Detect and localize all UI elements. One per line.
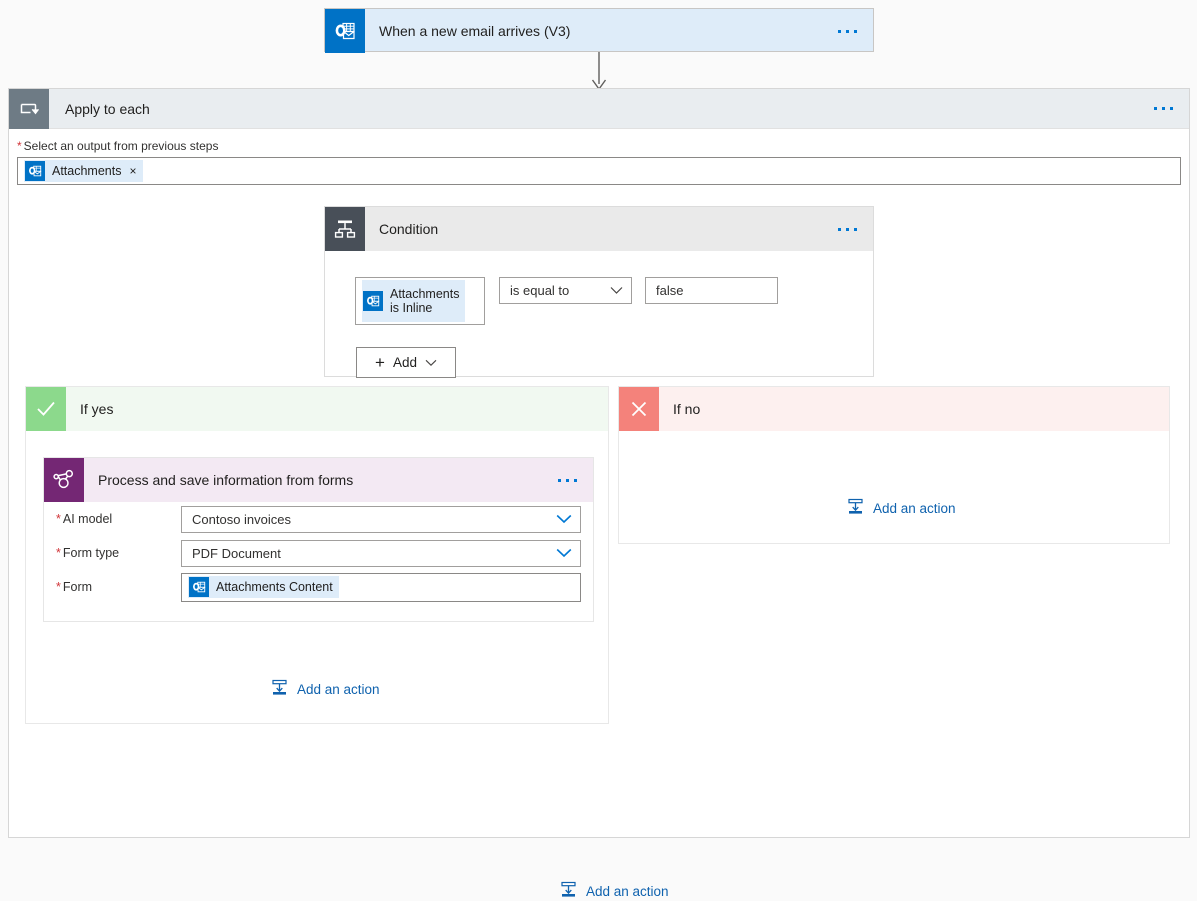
token-label: Attachments Content	[216, 580, 333, 594]
plus-icon: +	[375, 354, 385, 371]
form-control: Attachments Content	[181, 573, 581, 602]
form-input-field[interactable]: Attachments Content	[181, 573, 581, 602]
chevron-down-icon[interactable]	[556, 548, 572, 558]
token-remove-icon[interactable]: ×	[129, 164, 136, 178]
condition-row: Attachmentsis Inline is equal to false	[355, 277, 873, 325]
add-an-action-label: Add an action	[586, 884, 669, 899]
loop-icon	[9, 89, 49, 129]
form-type-label: *Form type	[56, 546, 181, 560]
condition-more-options-icon[interactable]	[838, 228, 857, 231]
trigger-title: When a new email arrives (V3)	[365, 23, 570, 39]
form-row-form-type: *Form type PDF Document	[44, 536, 593, 570]
outlook-icon	[25, 161, 45, 181]
add-an-action-label: Add an action	[873, 501, 956, 516]
form-label: *Form	[56, 580, 181, 594]
condition-operator-dropdown[interactable]: is equal to	[499, 277, 632, 304]
ai-model-label: *AI model	[56, 512, 181, 526]
ai-builder-more-options-icon[interactable]	[558, 479, 577, 482]
chevron-down-icon	[610, 283, 623, 298]
token-label-line1: Attachments	[390, 287, 459, 301]
token-label-line2: is Inline	[390, 301, 432, 315]
loop-input-label: *Select an output from previous steps	[9, 139, 1189, 153]
if-no-branch: If no	[618, 386, 1170, 544]
if-yes-label: If yes	[66, 401, 113, 417]
ai-builder-title: Process and save information from forms	[84, 472, 353, 488]
apply-to-each-more-options-icon[interactable]	[1154, 107, 1173, 110]
token-chip-attachments-content[interactable]: Attachments Content	[188, 576, 339, 598]
checkmark-icon	[26, 387, 66, 431]
token-chip-attachments-is-inline[interactable]: Attachmentsis Inline	[362, 280, 465, 322]
condition-operand-field[interactable]: Attachmentsis Inline	[355, 277, 485, 325]
add-an-action-if-no[interactable]: Add an action	[847, 498, 956, 518]
form-type-dropdown[interactable]: PDF Document	[181, 540, 581, 567]
trigger-card[interactable]: When a new email arrives (V3)	[324, 8, 874, 52]
condition-icon	[325, 207, 365, 251]
ai-model-control: Contoso invoices	[181, 506, 581, 533]
ai-builder-action-card: Process and save information from forms …	[43, 457, 594, 622]
required-marker: *	[17, 139, 22, 153]
required-marker: *	[56, 546, 61, 560]
loop-input-label-text: Select an output from previous steps	[24, 139, 219, 153]
close-x-icon	[619, 387, 659, 431]
add-condition-label: Add	[393, 355, 417, 370]
token-label: Attachments	[52, 164, 121, 178]
loop-input-field[interactable]: Attachments ×	[17, 157, 1181, 185]
form-row-form: *Form Attac	[44, 570, 593, 604]
apply-to-each-title: Apply to each	[49, 101, 150, 117]
form-type-label-text: Form type	[63, 546, 119, 560]
ai-model-label-text: AI model	[63, 512, 112, 526]
add-an-action-if-yes[interactable]: Add an action	[271, 679, 380, 699]
condition-value-text: false	[656, 283, 683, 298]
form-label-text: Form	[63, 580, 92, 594]
ai-model-dropdown[interactable]: Contoso invoices	[181, 506, 581, 533]
token-label: Attachmentsis Inline	[390, 287, 459, 315]
add-an-action-loop[interactable]: Add an action	[560, 881, 669, 901]
add-condition-button[interactable]: + Add	[356, 347, 456, 378]
add-action-icon	[560, 881, 577, 901]
chevron-down-icon	[425, 355, 437, 370]
add-action-icon	[271, 679, 288, 699]
outlook-icon	[325, 9, 365, 53]
add-an-action-label: Add an action	[297, 682, 380, 697]
add-action-icon	[847, 498, 864, 518]
form-type-value: PDF Document	[192, 546, 281, 561]
condition-operator-value: is equal to	[510, 283, 569, 298]
ai-builder-icon	[44, 458, 84, 502]
condition-title: Condition	[365, 221, 438, 237]
condition-value-input[interactable]: false	[645, 277, 778, 304]
token-chip-attachments[interactable]: Attachments ×	[24, 160, 143, 182]
form-type-control: PDF Document	[181, 540, 581, 567]
condition-body: Attachmentsis Inline is equal to false +…	[325, 251, 873, 378]
connector-arrow-icon	[590, 52, 608, 90]
if-yes-header: If yes	[26, 387, 608, 431]
ai-model-value: Contoso invoices	[192, 512, 291, 527]
required-marker: *	[56, 512, 61, 526]
if-no-header: If no	[619, 387, 1169, 431]
condition-card: Condition	[324, 206, 874, 377]
condition-card-header[interactable]: Condition	[325, 207, 873, 251]
apply-to-each-header[interactable]: Apply to each	[9, 89, 1189, 129]
outlook-icon	[363, 291, 383, 311]
trigger-card-header[interactable]: When a new email arrives (V3)	[325, 9, 873, 53]
form-row-ai-model: *AI model Contoso invoices	[44, 502, 593, 536]
outlook-icon	[189, 577, 209, 597]
if-no-label: If no	[659, 401, 700, 417]
ai-builder-card-header[interactable]: Process and save information from forms	[44, 458, 593, 502]
trigger-more-options-icon[interactable]	[838, 30, 857, 33]
chevron-down-icon[interactable]	[556, 514, 572, 524]
required-marker: *	[56, 580, 61, 594]
